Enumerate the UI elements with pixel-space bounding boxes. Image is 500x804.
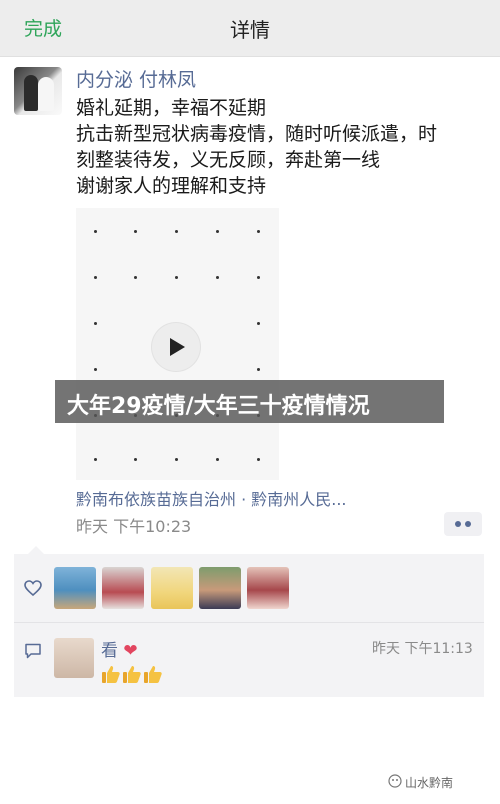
more-dot-icon: [465, 521, 471, 527]
loading-dot: [94, 230, 97, 233]
loading-dot: [175, 458, 178, 461]
heart-icon: [24, 580, 42, 596]
like-avatar[interactable]: [151, 567, 193, 609]
commenter-avatar[interactable]: [54, 638, 94, 678]
page-title: 详情: [230, 18, 270, 42]
loading-dot: [216, 458, 219, 461]
like-avatar[interactable]: [247, 567, 289, 609]
thumbs-up-icon: [102, 666, 120, 683]
post-line: 抗击新型冠状病毒疫情，随时听候派遣，时: [76, 123, 438, 145]
avatar-figure-bride: [38, 77, 54, 111]
post-time: 昨天 下午10:23: [76, 517, 192, 536]
thumbs-up-icon: [144, 666, 162, 683]
loading-dot: [257, 230, 260, 233]
more-dot-icon: [455, 521, 461, 527]
post-text: 婚礼延期，幸福不延期 抗击新型冠状病毒疫情，随时听候派遣，时 刻整装待发，义无反…: [76, 95, 480, 199]
loading-dot: [94, 276, 97, 279]
like-avatar[interactable]: [199, 567, 241, 609]
post-line: 刻整装待发，义无反顾，奔赴第一线: [76, 149, 381, 171]
loading-dot: [216, 276, 219, 279]
loading-dot: [257, 458, 260, 461]
panel-arrow: [28, 546, 44, 554]
loading-dot: [134, 458, 137, 461]
loading-dot: [134, 230, 137, 233]
top-bar: 完成 详情: [0, 0, 500, 57]
loading-dot: [216, 230, 219, 233]
commenter-name[interactable]: 看 ❤: [101, 636, 138, 661]
watermark-text: 山水黔南: [405, 776, 454, 790]
post-line: 谢谢家人的理解和支持: [76, 175, 267, 197]
comment-time: 昨天 下午11:13: [372, 641, 473, 657]
post-line: 婚礼延期，幸福不延期: [76, 97, 267, 119]
like-avatar[interactable]: [102, 567, 144, 609]
loading-dot: [94, 368, 97, 371]
comment-icon: [25, 643, 41, 659]
loading-dot: [257, 368, 260, 371]
heart-emoji-icon: ❤: [123, 641, 138, 661]
avatar-figure-groom: [24, 75, 38, 111]
author-avatar[interactable]: [14, 67, 62, 115]
wechat-logo-icon: [388, 774, 402, 788]
play-button[interactable]: [152, 323, 200, 371]
headline-text: 大年29疫情/大年三十疫情情况: [67, 394, 370, 419]
loading-dot: [257, 276, 260, 279]
loading-dot: [94, 322, 97, 325]
commenter-name-text: 看: [101, 641, 118, 661]
headline-banner: 大年29疫情/大年三十疫情情况: [55, 380, 444, 423]
video-thumbnail[interactable]: [76, 208, 279, 480]
loading-dot: [94, 458, 97, 461]
more-options-button[interactable]: [444, 512, 482, 536]
loading-dot: [257, 322, 260, 325]
panel-divider: [14, 622, 484, 623]
thumbs-up-icon: [123, 666, 141, 683]
loading-dot: [175, 276, 178, 279]
author-name[interactable]: 内分泌 付林凤: [76, 65, 196, 92]
play-icon: [170, 338, 185, 356]
location-link[interactable]: 黔南布依族苗族自治州 · 黔南州人民...: [76, 486, 347, 510]
loading-dot: [134, 276, 137, 279]
like-avatar[interactable]: [54, 567, 96, 609]
loading-dot: [175, 230, 178, 233]
